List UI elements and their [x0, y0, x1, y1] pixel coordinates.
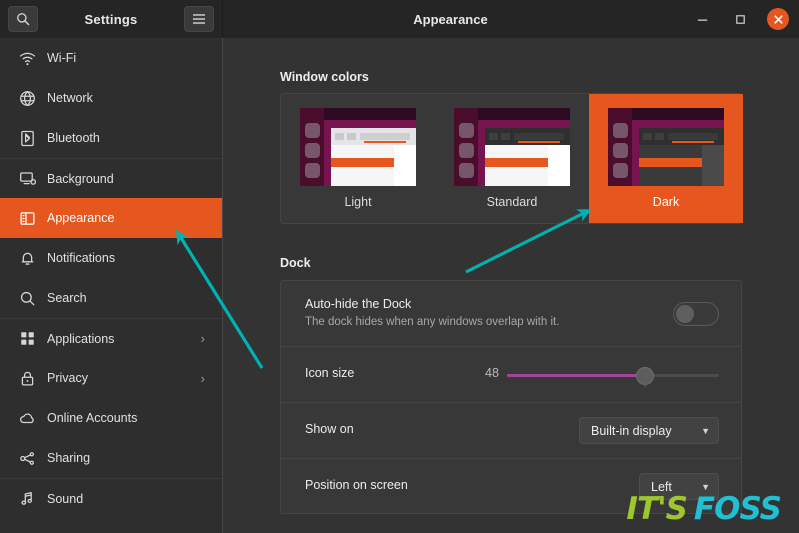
toggle-knob	[676, 305, 694, 323]
sidebar-item-label: Sharing	[47, 451, 90, 465]
theme-preview-dark	[608, 108, 724, 186]
show-on-value: Built-in display	[591, 424, 672, 438]
sidebar-item-label: Wi-Fi	[47, 51, 76, 65]
sidebar-item-notifications[interactable]: Notifications	[0, 238, 222, 278]
sidebar-item-label: Sound	[47, 492, 83, 506]
window-colors-heading: Window colors	[280, 70, 369, 84]
chevron-right-icon: ›	[201, 331, 205, 346]
sidebar-item-bluetooth[interactable]: Bluetooth	[0, 118, 222, 158]
sidebar-item-wi-fi[interactable]: Wi-Fi	[0, 38, 222, 78]
search-icon	[16, 12, 30, 26]
window-colors-panel: Light Standard Dark	[280, 93, 742, 224]
menu-button[interactable]	[184, 6, 214, 32]
chevron-down-icon: ▼	[701, 482, 710, 492]
main-content: Window colors Light Standard Dark Dock Aut…	[223, 38, 799, 533]
dock-heading: Dock	[280, 256, 311, 270]
sidebar-item-label: Bluetooth	[47, 131, 100, 145]
close-icon	[773, 14, 784, 25]
icon-size-row[interactable]: Icon size 48	[281, 346, 741, 402]
theme-preview-light	[300, 108, 416, 186]
close-button[interactable]	[767, 8, 789, 30]
window-controls	[691, 0, 789, 38]
network-globe-icon	[16, 87, 38, 109]
grid-apps-icon	[16, 328, 38, 350]
sidebar-item-search[interactable]: Search	[0, 278, 222, 318]
minimize-button[interactable]	[691, 8, 713, 30]
icon-size-value: 48	[485, 366, 499, 380]
dock-panel: Auto-hide the Dock The dock hides when a…	[280, 280, 742, 514]
cloud-icon	[16, 407, 38, 429]
theme-option-dark[interactable]: Dark	[589, 94, 743, 223]
auto-hide-description: The dock hides when any windows overlap …	[305, 316, 559, 328]
show-on-label: Show on	[305, 422, 354, 436]
chevron-down-icon: ▼	[701, 426, 710, 436]
auto-hide-toggle[interactable]	[673, 302, 719, 326]
theme-option-standard[interactable]: Standard	[435, 94, 589, 223]
sidebar-item-label: Privacy	[47, 371, 88, 385]
bluetooth-icon	[16, 127, 38, 149]
slider-fill	[507, 374, 645, 377]
settings-window: Settings Appearance	[0, 0, 799, 533]
maximize-icon	[734, 13, 747, 26]
bell-icon	[16, 247, 38, 269]
sidebar-item-sharing[interactable]: Sharing	[0, 438, 222, 478]
sidebar-item-label: Applications	[47, 332, 114, 346]
theme-label: Dark	[653, 195, 679, 209]
sidebar-item-appearance[interactable]: Appearance	[0, 198, 222, 238]
theme-label: Light	[344, 195, 371, 209]
chevron-right-icon: ›	[201, 371, 205, 386]
sidebar-item-label: Online Accounts	[47, 411, 137, 425]
watermark: IT'SFOSS	[626, 491, 781, 527]
icon-size-label: Icon size	[305, 366, 354, 380]
sidebar-item-label: Search	[47, 291, 87, 305]
auto-hide-label: Auto-hide the Dock	[305, 297, 411, 311]
search-icon	[16, 287, 38, 309]
wifi-icon	[16, 47, 38, 69]
lock-icon	[16, 367, 38, 389]
maximize-button[interactable]	[729, 8, 751, 30]
share-nodes-icon	[16, 447, 38, 469]
sidebar-item-label: Background	[47, 172, 114, 186]
watermark-part2: FOSS	[694, 491, 781, 527]
title-bar: Settings Appearance	[0, 0, 799, 39]
theme-option-light[interactable]: Light	[281, 94, 435, 223]
hamburger-menu-icon	[192, 13, 206, 25]
sidebar-item-label: Notifications	[47, 251, 115, 265]
slider-handle[interactable]	[636, 367, 654, 385]
auto-hide-row[interactable]: Auto-hide the Dock The dock hides when a…	[281, 281, 741, 346]
sidebar-item-privacy[interactable]: Privacy ›	[0, 358, 222, 398]
sidebar-item-label: Network	[47, 91, 93, 105]
sidebar-item-online-accounts[interactable]: Online Accounts	[0, 398, 222, 438]
search-button[interactable]	[8, 6, 38, 32]
show-on-dropdown[interactable]: Built-in display ▼	[579, 417, 719, 444]
sidebar-item-label: Appearance	[47, 211, 114, 225]
sidebar-header: Settings	[0, 0, 223, 38]
show-on-row[interactable]: Show on Built-in display ▼	[281, 402, 741, 458]
sidebar-item-sound[interactable]: Sound	[0, 478, 222, 518]
icon-size-slider[interactable]	[507, 366, 719, 384]
minimize-icon	[696, 13, 709, 26]
appearance-icon	[16, 207, 38, 229]
theme-label: Standard	[487, 195, 538, 209]
background-icon	[16, 168, 38, 190]
sidebar-item-network[interactable]: Network	[0, 78, 222, 118]
position-label: Position on screen	[305, 478, 408, 492]
sidebar-item-applications[interactable]: Applications ›	[0, 318, 222, 358]
theme-preview-standard	[454, 108, 570, 186]
sidebar[interactable]: Wi-Fi Network Bluetooth Background Appearanc…	[0, 38, 223, 533]
sidebar-item-background[interactable]: Background	[0, 158, 222, 198]
watermark-part1: IT'S	[626, 491, 687, 527]
music-note-icon	[16, 488, 38, 510]
